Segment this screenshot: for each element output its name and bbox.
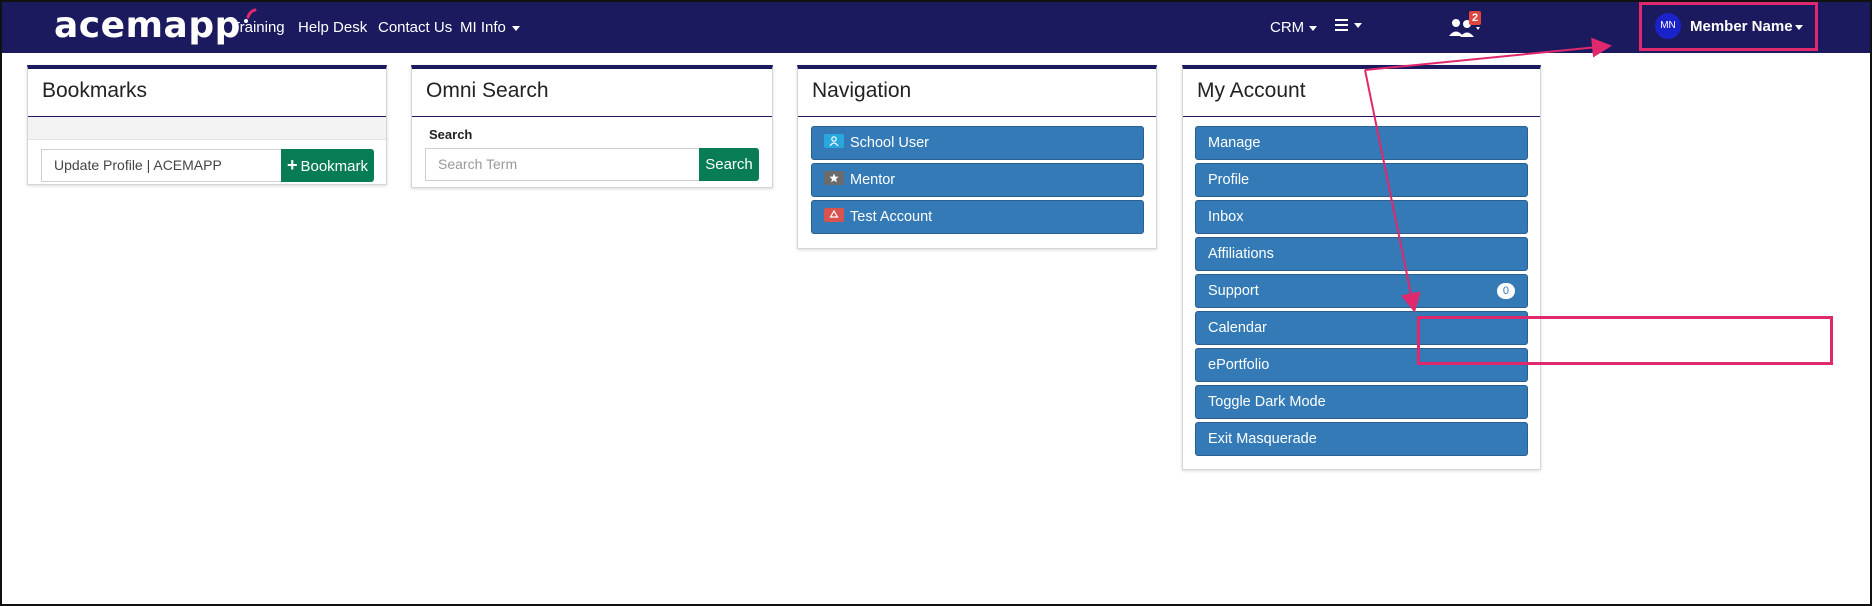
account-item-toggle-dark-mode[interactable]: Toggle Dark Mode — [1195, 385, 1528, 419]
nav-item-test-account[interactable]: Test Account — [811, 200, 1144, 234]
account-item-inbox[interactable]: Inbox — [1195, 200, 1528, 234]
add-bookmark-label: Bookmark — [300, 158, 369, 175]
plus-icon: + — [286, 155, 298, 175]
omni-search-panel: Omni Search Search Search Term Search — [411, 65, 773, 188]
nav-item-label: Test Account — [850, 209, 933, 225]
search-label: Search — [429, 127, 473, 142]
search-input[interactable]: Search Term — [425, 148, 701, 181]
chevron-down-icon — [511, 25, 520, 31]
avatar[interactable]: MN — [1655, 13, 1681, 39]
panel-title: Navigation — [812, 79, 912, 102]
my-account-panel: My Account Manage Profile Inbox Affiliat… — [1182, 65, 1541, 470]
account-item-support[interactable]: Support 0 — [1195, 274, 1528, 308]
panel-title: My Account — [1197, 79, 1306, 102]
top-navbar: acemapp Training Help Desk Contact Us MI… — [2, 2, 1870, 53]
bookmark-input[interactable]: Update Profile | ACEMAPP — [41, 149, 283, 182]
divider — [1183, 116, 1540, 117]
account-item-profile[interactable]: Profile — [1195, 163, 1528, 197]
recycle-icon — [824, 208, 844, 223]
navigation-panel: Navigation School User Mentor Test Accou… — [797, 65, 1157, 249]
account-item-eportfolio[interactable]: ePortfolio — [1195, 348, 1528, 382]
chevron-down-icon — [1794, 24, 1803, 30]
star-icon — [824, 171, 844, 186]
account-item-affiliations[interactable]: Affiliations — [1195, 237, 1528, 271]
logo[interactable]: acemapp — [54, 5, 257, 46]
support-label: Support — [1208, 283, 1259, 299]
divider — [798, 116, 1156, 117]
bookmarks-strip — [28, 117, 386, 140]
menu-icon — [1335, 19, 1348, 32]
account-item-exit-masquerade[interactable]: Exit Masquerade — [1195, 422, 1528, 456]
crm-menu[interactable]: CRM — [1270, 19, 1318, 36]
support-count-badge: 0 — [1496, 283, 1515, 299]
bookmarks-panel: Bookmarks Update Profile | ACEMAPP + Book… — [27, 65, 387, 185]
account-item-manage[interactable]: Manage — [1195, 126, 1528, 160]
nav-item-label: Mentor — [850, 172, 896, 188]
chevron-down-icon — [1309, 25, 1318, 31]
add-bookmark-button[interactable]: + Bookmark — [281, 149, 374, 182]
divider — [412, 116, 772, 117]
crm-label: CRM — [1270, 19, 1305, 36]
nav-item-mentor[interactable]: Mentor — [811, 163, 1144, 197]
panel-title: Omni Search — [426, 79, 549, 102]
chevron-down-icon — [1354, 22, 1362, 28]
notification-badge: 2 — [1469, 11, 1482, 25]
member-name-label: Member Name — [1690, 18, 1793, 35]
user-icon — [824, 134, 844, 149]
nav-link-contact-us[interactable]: Contact Us — [378, 19, 452, 36]
search-button[interactable]: Search — [699, 148, 759, 181]
logo-text: acemapp — [54, 5, 241, 46]
nav-link-mi-info[interactable]: MI Info — [460, 19, 520, 36]
nav-link-training[interactable]: Training — [231, 19, 285, 36]
panel-title: Bookmarks — [42, 79, 148, 102]
mi-info-label: MI Info — [460, 19, 506, 36]
nav-item-school-user[interactable]: School User — [811, 126, 1144, 160]
nav-link-help-desk[interactable]: Help Desk — [298, 19, 367, 36]
account-item-calendar[interactable]: Calendar — [1195, 311, 1528, 345]
member-name-menu[interactable]: Member Name — [1690, 18, 1803, 35]
hamburger-menu[interactable] — [1335, 16, 1362, 33]
nav-item-label: School User — [850, 135, 929, 151]
